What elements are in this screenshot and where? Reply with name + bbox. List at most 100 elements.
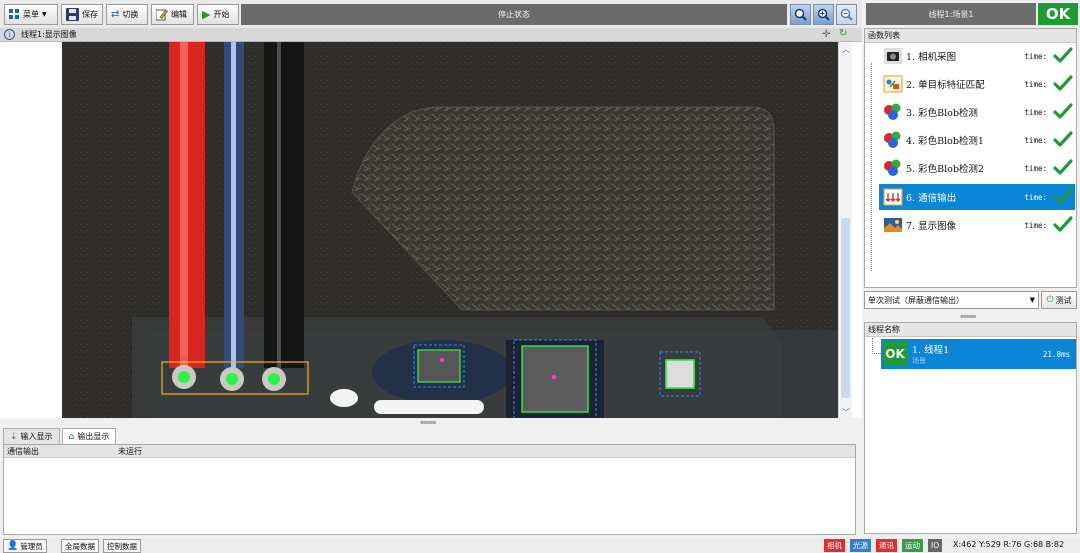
zoom-in-icon [817, 8, 830, 21]
function-time-label: time: [1024, 79, 1047, 89]
check-icon [1053, 47, 1073, 65]
zoom-out-button[interactable] [836, 4, 857, 25]
zoom-out-icon [840, 8, 853, 21]
captured-board-image [62, 42, 838, 418]
function-time-label: time: [1024, 220, 1047, 230]
motion-indicator: 运动 [902, 539, 923, 552]
check-icon [1053, 159, 1073, 177]
test-mode-select[interactable]: 单次测试（屏蔽通信输出） ▼ [864, 291, 1039, 309]
tab-input-display[interactable]: ⇣ 输入显示 [3, 428, 60, 444]
camera-indicator: 相机 [824, 539, 845, 552]
edit-pencil-icon [156, 9, 168, 20]
function-name: 5. 彩色Blob检测2 [906, 164, 984, 175]
magnifier-icon [794, 8, 807, 21]
play-icon: ▶ [202, 8, 211, 21]
function-item-7[interactable]: 7. 显示图像 time: [879, 212, 1075, 238]
thread-list-panel: 线程名称 OK 1. 线程1 场景 21.8ms [864, 322, 1077, 534]
switch-button[interactable]: ⇄ 切换 [106, 4, 148, 25]
edit-button[interactable]: 编辑 [151, 4, 194, 25]
color-blob-icon [883, 159, 903, 177]
run-status-display: 停止状态 [241, 4, 787, 25]
image-panel-header: i 线程1:显示图像 ✛ ↻ [0, 28, 862, 42]
image-panel-title: 线程1:显示图像 [21, 30, 77, 39]
thread-list-header: 线程名称 [865, 323, 1076, 337]
function-time-label: time: [1024, 107, 1047, 117]
zoom-in-button[interactable] [813, 4, 834, 25]
camera-image[interactable] [62, 42, 838, 418]
color-blob-icon [883, 131, 903, 149]
output-table: 通信输出 未运行 [3, 444, 856, 535]
output-icon: ⌂ [68, 431, 75, 442]
thread-time: 21.8ms [1042, 349, 1070, 359]
start-button[interactable]: ▶ 开始 [197, 4, 239, 25]
function-time-label: time: [1024, 51, 1047, 61]
function-time-label: time: [1024, 135, 1047, 145]
user-avatar-icon: 👤 [7, 541, 19, 551]
thread-sub: 场景 [912, 357, 926, 365]
scroll-up-arrow[interactable]: ︿ [842, 44, 850, 55]
comm-output-icon [883, 188, 903, 206]
output-table-header: 通信输出 未运行 [4, 445, 855, 458]
color-blob-icon [883, 103, 903, 121]
thread-name-block: 1. 线程1 场景 [912, 342, 1043, 366]
test-label: 测试 [1055, 295, 1072, 305]
function-item-6[interactable]: 6. 通信输出 time: [879, 184, 1075, 210]
control-data-label: 控制数据 [107, 541, 137, 551]
control-data-button[interactable]: 控制数据 [103, 539, 141, 553]
edit-label: 编辑 [171, 10, 187, 19]
status-bar: 👤 管理员 全局数据 控制数据 相机 光源 通讯 运动 IO X:462 Y:5… [0, 538, 1080, 553]
check-icon [1053, 216, 1073, 234]
function-item-2[interactable]: 2. 单目标特征匹配 time: [879, 71, 1075, 97]
info-icon[interactable]: i [4, 29, 15, 40]
tab-output-display[interactable]: ⌂ 输出显示 [61, 428, 117, 444]
check-icon [1053, 188, 1073, 206]
function-item-1[interactable]: 1. 相机采图 time: [879, 43, 1075, 69]
result-ok-badge: OK [1038, 3, 1078, 25]
user-button[interactable]: 👤 管理员 [3, 539, 47, 553]
test-button[interactable]: ⏻ 测试 [1041, 291, 1077, 309]
function-name: 2. 单目标特征匹配 [906, 80, 985, 91]
tab-output-label: 输出显示 [77, 432, 110, 441]
run-status-text: 停止状态 [498, 10, 530, 19]
output-col-status: 未运行 [118, 446, 142, 456]
light-indicator: 光源 [850, 539, 871, 552]
camera-icon [883, 47, 903, 65]
image-display-panel: i 线程1:显示图像 ✛ ↻ ︿ ﹀ [0, 28, 862, 418]
save-label: 保存 [82, 10, 98, 19]
function-list-header: 函数列表 [865, 29, 1076, 43]
start-label: 开始 [213, 10, 230, 19]
function-item-4[interactable]: 4. 彩色Blob检测1 time: [879, 127, 1075, 153]
refresh-icon[interactable]: ↻ [839, 28, 847, 39]
input-icon: ⇣ [10, 431, 18, 442]
function-item-3[interactable]: 3. 彩色Blob检测 time: [879, 99, 1075, 125]
function-item-5[interactable]: 5. 彩色Blob检测2 time: [879, 155, 1075, 181]
switch-label: 切换 [122, 10, 139, 19]
thread-ok-badge: OK [883, 342, 907, 366]
function-name: 7. 显示图像 [906, 221, 957, 232]
crosshair-icon[interactable]: ✛ [822, 29, 830, 40]
menu-button[interactable]: 菜单 ▼ [4, 4, 58, 25]
chevron-down-icon: ▼ [42, 11, 47, 18]
tab-input-label: 输入显示 [20, 432, 53, 441]
thread-name: 1. 线程1 [912, 345, 950, 356]
splitter-grip[interactable]: ▪▪▪▪▪ [420, 419, 436, 426]
io-indicator: IO [928, 539, 943, 552]
function-name: 1. 相机采图 [906, 52, 957, 63]
check-icon [1053, 75, 1073, 93]
save-button[interactable]: 保存 [61, 4, 103, 25]
image-scrollbar[interactable]: ︿ ﹀ [838, 42, 852, 418]
function-name: 4. 彩色Blob检测1 [906, 136, 984, 147]
user-label: 管理员 [20, 541, 43, 551]
function-time-label: time: [1024, 192, 1047, 202]
scroll-down-arrow[interactable]: ﹀ [842, 407, 850, 418]
scene-title-text: 线程1:场景1 [928, 9, 974, 19]
scroll-thumb[interactable] [841, 218, 850, 398]
zoom-fit-button[interactable] [790, 4, 811, 25]
function-list-panel: 函数列表 1. 相机采图 time: 2. 单目标特征匹配 time: 3. 彩色Blo… [864, 28, 1077, 288]
output-col-name: 通信输出 [7, 446, 39, 456]
global-data-button[interactable]: 全局数据 [61, 539, 99, 553]
switch-arrows-icon: ⇄ [111, 9, 120, 20]
function-name: 3. 彩色Blob检测 [906, 108, 978, 119]
thread-item-1[interactable]: OK 1. 线程1 场景 21.8ms [881, 339, 1076, 369]
right-splitter-grip[interactable]: ▪▪▪▪▪ [960, 313, 976, 320]
